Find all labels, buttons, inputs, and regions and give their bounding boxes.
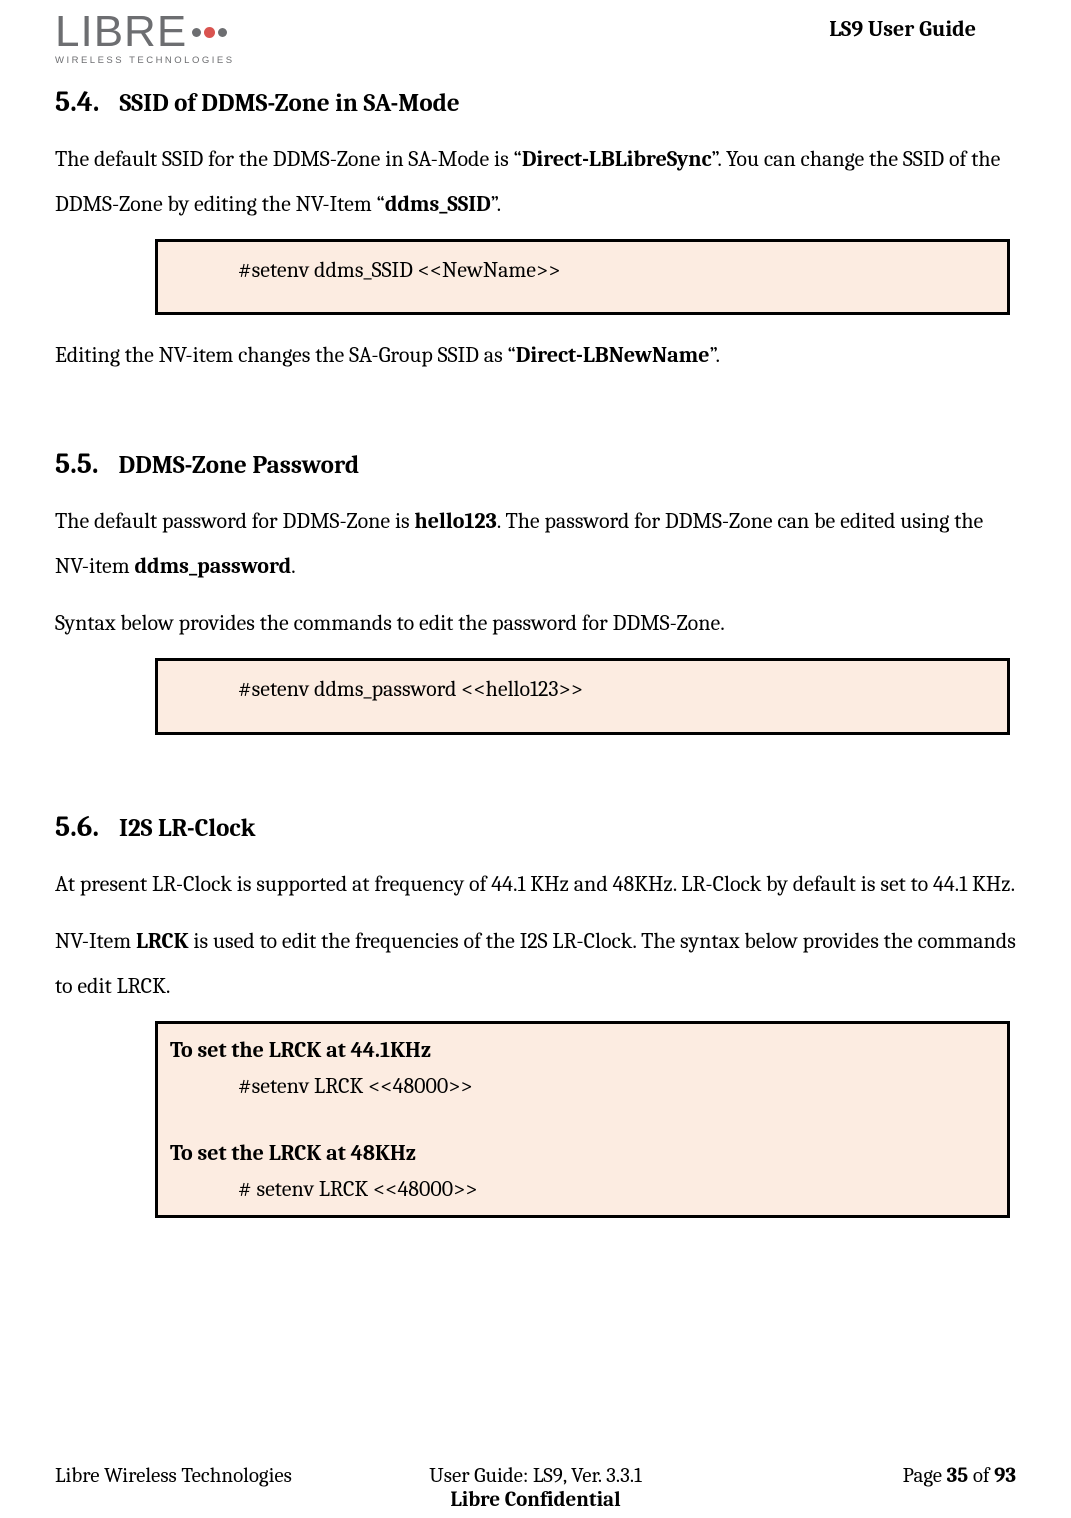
text: Editing the NV-item changes the SA-Group… <box>55 342 516 368</box>
paragraph: Syntax below provides the commands to ed… <box>55 601 1016 646</box>
footer-row: Libre Wireless Technologies User Guide: … <box>55 1464 1016 1488</box>
page-header: LIBRE WIRELESS TECHNOLOGIES LS9 User Gui… <box>55 10 1016 66</box>
dot-icon <box>218 28 227 37</box>
section-heading: 5.4. SSID of DDMS-Zone in SA-Mode <box>55 86 1016 119</box>
section-number: 5.4. <box>55 86 99 119</box>
text-bold: Direct-LBNewName <box>516 342 710 368</box>
text: The default password for DDMS-Zone is <box>55 508 415 534</box>
page: LIBRE WIRELESS TECHNOLOGIES LS9 User Gui… <box>0 0 1071 1518</box>
document-title: LS9 User Guide <box>829 16 976 42</box>
command-label: To set the LRCK at 44.1KHz <box>170 1032 997 1068</box>
command-text: #setenv LRCK <<48000>> <box>170 1068 997 1104</box>
logo-text: LIBRE <box>55 10 187 54</box>
paragraph: The default password for DDMS-Zone is he… <box>55 499 1016 589</box>
spacer <box>170 1105 997 1135</box>
footer-version: User Guide: LS9, Ver. 3.3.1 <box>364 1464 707 1488</box>
paragraph: NV-Item LRCK is used to edit the frequen… <box>55 919 1016 1009</box>
section-5-6: 5.6. I2S LR-Clock At present LR-Clock is… <box>55 811 1016 1218</box>
text: The default SSID for the DDMS-Zone in SA… <box>55 146 522 172</box>
command-text: # setenv LRCK <<48000>> <box>170 1171 997 1207</box>
command-text: #setenv ddms_SSID <<NewName>> <box>238 257 560 283</box>
section-heading: 5.5. DDMS-Zone Password <box>55 448 1016 481</box>
section-number: 5.6. <box>55 811 99 844</box>
text: . <box>291 553 296 579</box>
footer-company: Libre Wireless Technologies <box>55 1464 364 1488</box>
section-title: DDMS-Zone Password <box>119 451 360 480</box>
text: is used to edit the frequencies of the I… <box>55 928 1016 999</box>
logo-subtitle: WIRELESS TECHNOLOGIES <box>55 56 235 66</box>
logo: LIBRE WIRELESS TECHNOLOGIES <box>55 10 235 66</box>
section-title: SSID of DDMS-Zone in SA-Mode <box>119 89 459 118</box>
dot-icon <box>192 28 201 37</box>
command-label: To set the LRCK at 48KHz <box>170 1135 997 1171</box>
page-current: 35 <box>947 1464 969 1488</box>
spacer <box>55 390 1016 440</box>
page-footer: Libre Wireless Technologies User Guide: … <box>55 1464 1016 1512</box>
text-bold: LRCK <box>136 928 189 954</box>
logo-dots-icon <box>189 27 227 38</box>
command-box: #setenv ddms_password <<hello123>> <box>155 658 1010 734</box>
text: NV-Item <box>55 928 136 954</box>
dot-icon <box>204 27 215 38</box>
text-bold: Direct-LBLibreSync <box>522 146 712 172</box>
text-bold: hello123 <box>415 508 497 534</box>
text-bold: ddms_password <box>135 553 292 579</box>
spacer <box>55 753 1016 803</box>
section-title: I2S LR-Clock <box>119 814 255 843</box>
paragraph: The default SSID for the DDMS-Zone in SA… <box>55 137 1016 227</box>
section-number: 5.5. <box>55 448 99 481</box>
command-text: #setenv ddms_password <<hello123>> <box>238 676 583 702</box>
paragraph: At present LR-Clock is supported at freq… <box>55 862 1016 907</box>
command-box: #setenv ddms_SSID <<NewName>> <box>155 239 1010 315</box>
footer-page-number: Page 35 of 93 <box>707 1464 1016 1488</box>
text: of <box>968 1464 994 1488</box>
logo-main: LIBRE <box>55 10 235 54</box>
page-total: 93 <box>994 1464 1016 1488</box>
section-heading: 5.6. I2S LR-Clock <box>55 811 1016 844</box>
text: Page <box>903 1464 947 1488</box>
section-5-4: 5.4. SSID of DDMS-Zone in SA-Mode The de… <box>55 86 1016 379</box>
command-box: To set the LRCK at 44.1KHz #setenv LRCK … <box>155 1021 1010 1218</box>
section-5-5: 5.5. DDMS-Zone Password The default pass… <box>55 448 1016 735</box>
paragraph: Editing the NV-item changes the SA-Group… <box>55 333 1016 378</box>
text-bold: ddms_SSID <box>385 191 491 217</box>
text: ”. <box>710 342 720 368</box>
text: ”. <box>491 191 501 217</box>
footer-confidential: Libre Confidential <box>55 1488 1016 1512</box>
